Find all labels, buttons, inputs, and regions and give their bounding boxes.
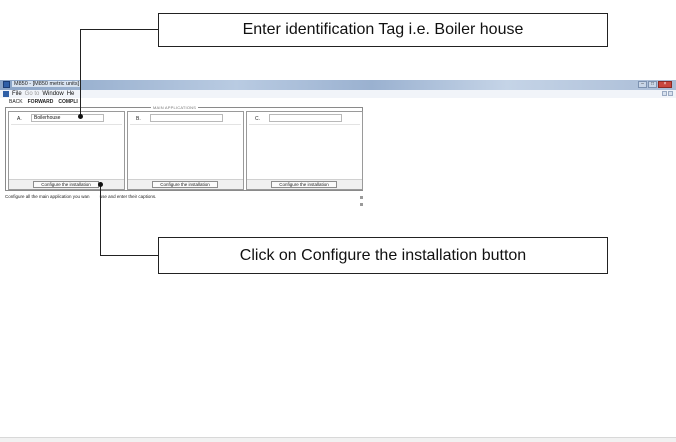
leader-dot (78, 114, 83, 119)
application-panel-c: C. Configure the installation (246, 111, 363, 190)
instruction-text-part2: use and enter their captions. (99, 194, 157, 199)
panel-body (11, 124, 122, 181)
app-icon (3, 81, 10, 88)
panel-footer: Configure the installation (9, 179, 124, 189)
configure-installation-button[interactable]: Configure the installation (152, 181, 218, 188)
nav-bar: BACK FORWARD COMPLI (0, 98, 676, 106)
group-title: MAIN APPLICATIONS (151, 105, 199, 110)
menu-bar: File Go to Window He (0, 90, 676, 98)
configure-installation-button[interactable]: Configure the installation (33, 181, 99, 188)
application-panel-b: B. Configure the installation (127, 111, 244, 190)
panel-footer: Configure the installation (128, 179, 243, 189)
leader-line (100, 255, 158, 256)
menu-goto[interactable]: Go to (25, 90, 40, 98)
panel-body (130, 124, 241, 181)
leader-line (100, 184, 101, 255)
instruction-text: Configure all the main application you w… (5, 194, 156, 199)
window-controls: – □ × (638, 81, 672, 88)
leader-line (80, 29, 81, 116)
close-button[interactable]: × (658, 81, 672, 88)
configure-installation-button[interactable]: Configure the installation (271, 181, 337, 188)
forward-button[interactable]: FORWARD (28, 98, 54, 106)
menu-help[interactable]: He (67, 90, 75, 98)
menu-window[interactable]: Window (42, 90, 63, 98)
identification-tag-input[interactable]: Boilerhouse (31, 114, 104, 122)
panel-footer: Configure the installation (247, 179, 362, 189)
window-title: M850 - [M850 metric units] (12, 81, 82, 87)
mdi-controls (662, 91, 673, 96)
instruction-text-part1: Configure all the main application you w… (5, 194, 90, 199)
identification-tag-input[interactable] (269, 114, 342, 122)
minimize-button[interactable]: – (638, 81, 647, 88)
annotation-callout-bottom: Click on Configure the installation butt… (158, 237, 608, 274)
document-icon (3, 91, 9, 97)
menu-list: File Go to Window He (12, 90, 74, 98)
main-applications-group: MAIN APPLICATIONS A. Boilerhouse Configu… (5, 105, 363, 191)
maximize-button[interactable]: □ (648, 81, 657, 88)
mdi-restore-button[interactable] (662, 91, 667, 96)
panel-letter: C. (255, 116, 260, 122)
back-button[interactable]: BACK (9, 98, 23, 106)
title-bar: M850 - [M850 metric units] – □ × (0, 80, 676, 90)
panel-letter: A. (17, 116, 22, 122)
identification-tag-input[interactable] (150, 114, 223, 122)
application-panel-a: A. Boilerhouse Configure the installatio… (8, 111, 125, 190)
leader-dot (98, 182, 103, 187)
mdi-close-button[interactable] (668, 91, 673, 96)
scroll-arrows[interactable] (360, 196, 363, 207)
menu-file[interactable]: File (12, 90, 22, 98)
complete-button[interactable]: COMPLI (58, 98, 77, 106)
panel-letter: B. (136, 116, 141, 122)
panel-body (249, 124, 360, 181)
nav-buttons: BACK FORWARD COMPLI (9, 98, 78, 106)
leader-line (80, 29, 158, 30)
annotation-callout-top: Enter identification Tag i.e. Boiler hou… (158, 13, 608, 47)
status-bar (0, 437, 676, 442)
